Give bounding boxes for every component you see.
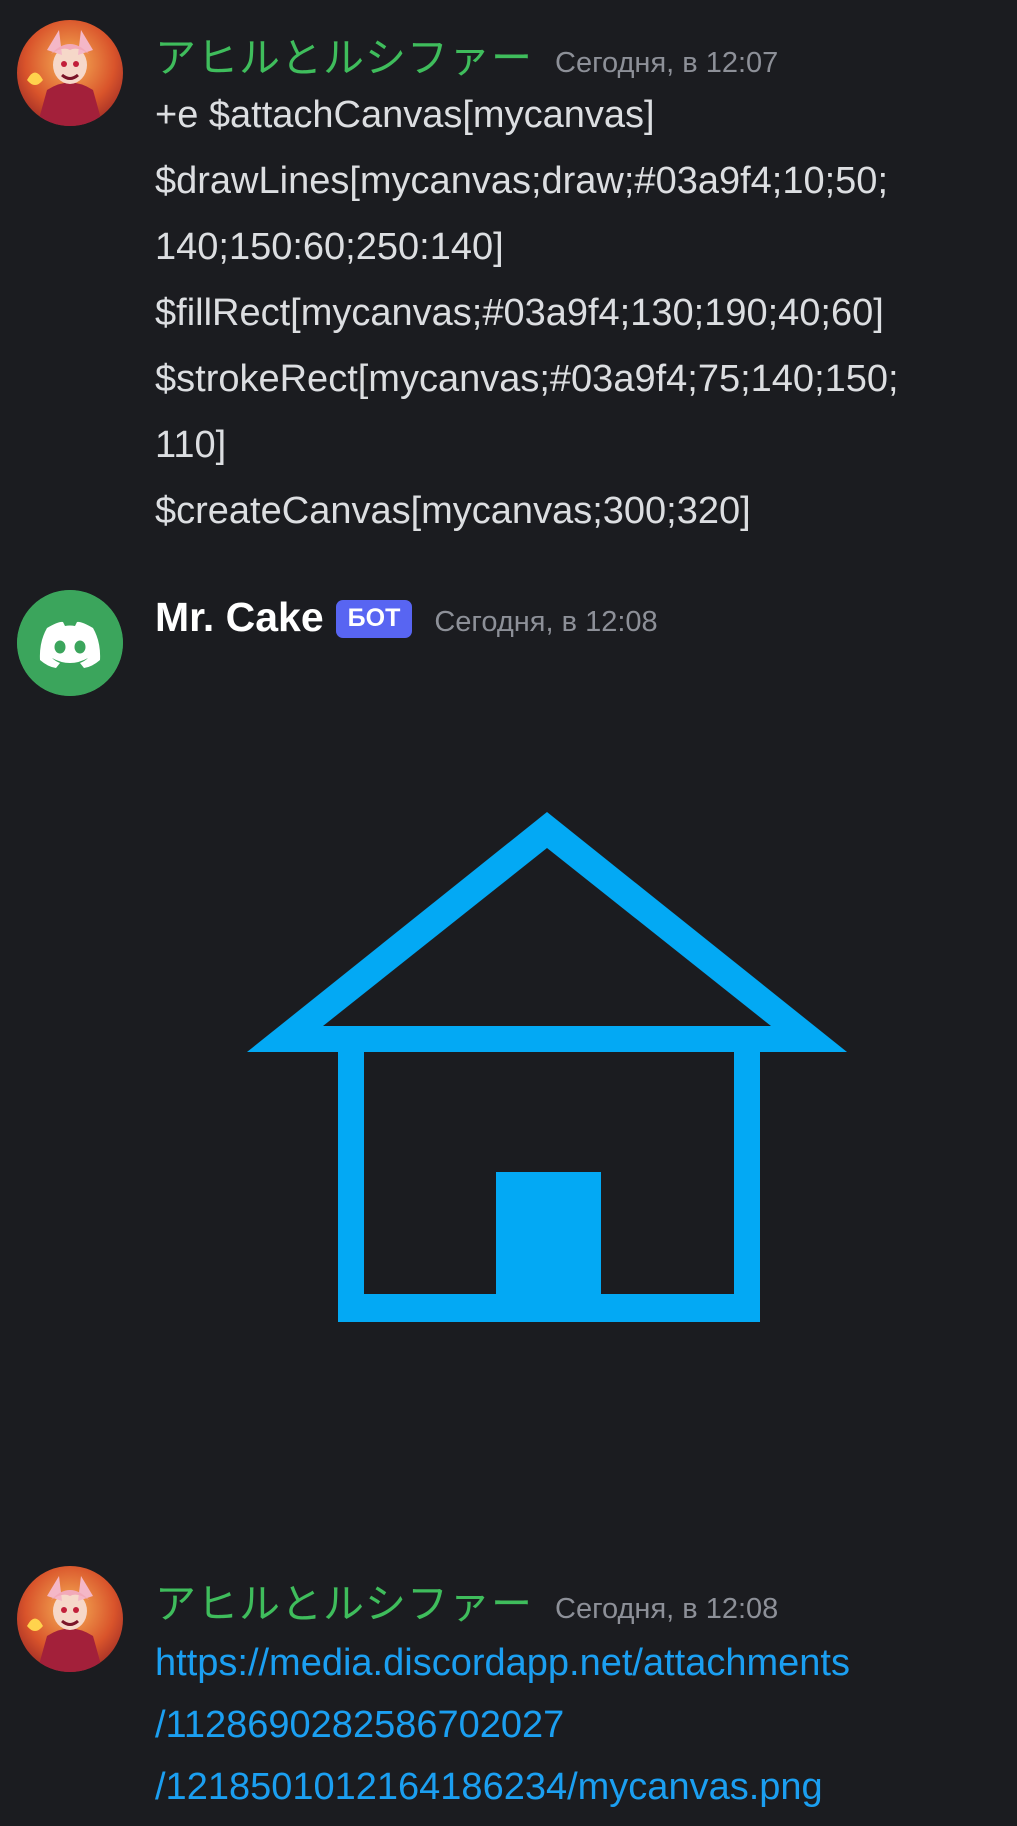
user-avatar[interactable] bbox=[17, 20, 123, 126]
message-header: アヒルとルシファー Сегодня, в 12:08 bbox=[155, 1570, 778, 1630]
attachment-link[interactable]: /1218501012164186234/mycanvas.png bbox=[155, 1754, 1017, 1816]
message-header: Mr. Cake БОТ Сегодня, в 12:08 bbox=[155, 594, 658, 643]
canvas-attachment-image[interactable] bbox=[155, 700, 875, 1424]
code-line: $fillRect[mycanvas;#03a9f4;130;190;40;60… bbox=[155, 292, 884, 334]
attachment-link[interactable]: /1128690282586702027 bbox=[155, 1692, 1017, 1754]
username[interactable]: Mr. Cake bbox=[155, 594, 324, 641]
timestamp: Сегодня, в 12:07 bbox=[555, 47, 779, 79]
user-avatar[interactable] bbox=[17, 1566, 123, 1672]
username[interactable]: アヒルとルシファー bbox=[155, 24, 533, 84]
discord-logo-icon bbox=[17, 590, 123, 696]
timestamp: Сегодня, в 12:08 bbox=[555, 1593, 779, 1625]
bot-badge: БОТ bbox=[335, 600, 413, 638]
attachment-link[interactable]: https://media.discordapp.net/attachments bbox=[155, 1630, 1017, 1692]
code-line: 110] bbox=[155, 424, 227, 466]
code-line: $createCanvas[mycanvas;300;320] bbox=[155, 490, 751, 532]
message-content: +e $attachCanvas[mycanvas] $drawLines[my… bbox=[155, 82, 1017, 544]
message-content: https://media.discordapp.net/attachments… bbox=[155, 1630, 1017, 1816]
code-line: 140;150:60;250:140] bbox=[155, 226, 504, 268]
house-icon bbox=[247, 812, 847, 1322]
message-header: アヒルとルシファー Сегодня, в 12:07 bbox=[155, 24, 778, 84]
code-line: +e $attachCanvas[mycanvas] bbox=[155, 94, 655, 136]
timestamp: Сегодня, в 12:08 bbox=[434, 606, 658, 638]
code-line: $strokeRect[mycanvas;#03a9f4;75;140;150; bbox=[155, 358, 899, 400]
code-line: $drawLines[mycanvas;draw;#03a9f4;10;50; bbox=[155, 160, 889, 202]
username[interactable]: アヒルとルシファー bbox=[155, 1570, 533, 1630]
discord-logo-avatar[interactable] bbox=[17, 590, 123, 696]
